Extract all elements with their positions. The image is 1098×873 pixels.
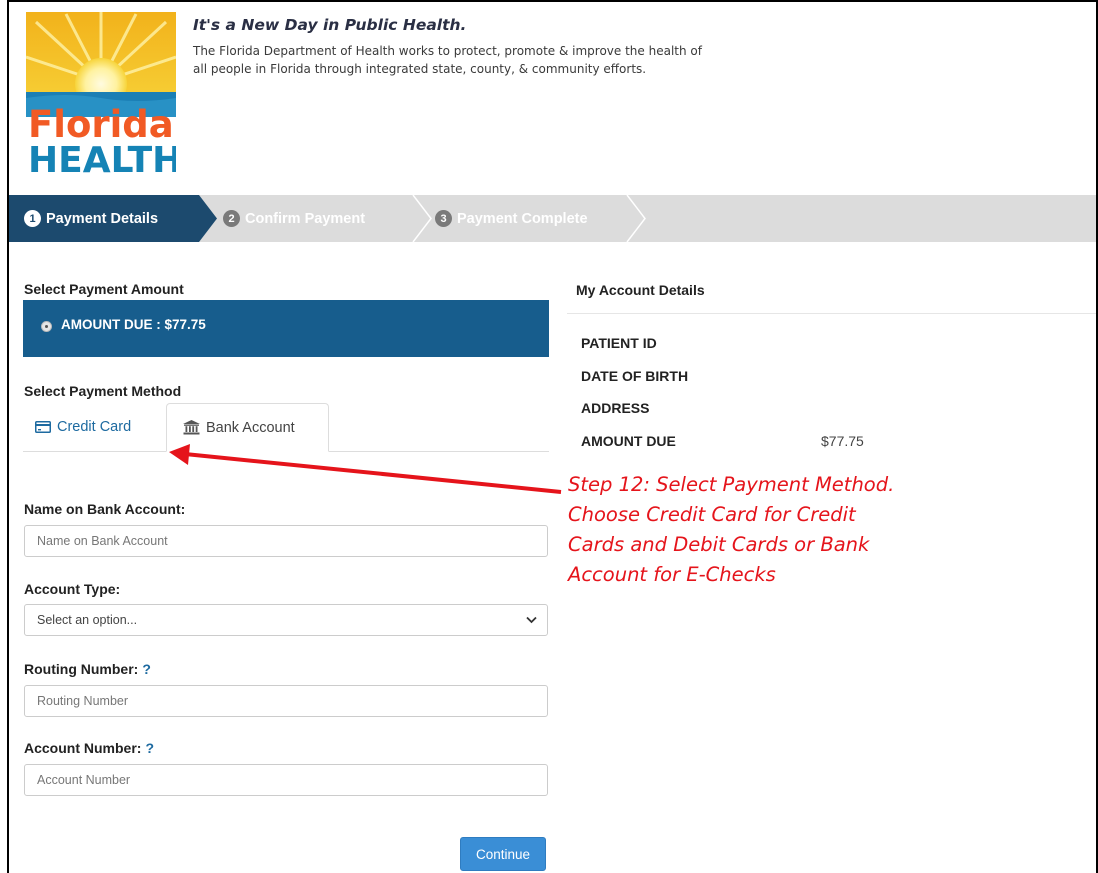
tab-label: Credit Card — [57, 419, 132, 435]
annotation-line: Step 12: Select Payment Method. — [568, 473, 895, 496]
step-12-annotation: Step 12: Select Payment Method. Choose C… — [568, 470, 988, 590]
account-type-label: Account Type: — [24, 581, 121, 597]
page-frame: Florida HEALTH It's a New Day in Public … — [7, 0, 1098, 873]
account-number-label-text: Account Number: — [24, 740, 142, 756]
tab-label: Bank Account — [206, 419, 295, 436]
tab-bank-account[interactable]: Bank Account — [166, 403, 329, 452]
step-label: Confirm Payment — [245, 210, 366, 227]
my-account-details-title: My Account Details — [576, 282, 705, 298]
name-on-bank-account-label: Name on Bank Account: — [24, 501, 186, 517]
tagline: It's a New Day in Public Health. — [193, 16, 467, 34]
date-of-birth-label: DATE OF BIRTH — [581, 368, 689, 384]
chevron-down-icon — [526, 616, 537, 624]
amount-due-value: $77.75 — [821, 433, 864, 449]
step-payment-details: 1 Payment Details — [24, 195, 158, 242]
account-type-select[interactable]: Select an option... — [24, 604, 548, 636]
annotation-line: Cards and Debit Cards or Bank — [568, 533, 870, 556]
account-help-link[interactable]: ? — [145, 740, 154, 756]
amount-due-radio[interactable] — [41, 321, 52, 332]
account-number-label: Account Number:? — [24, 740, 154, 756]
patient-id-label: PATIENT ID — [581, 335, 657, 351]
routing-number-label: Routing Number:? — [24, 661, 151, 677]
payment-method-tabs: Credit Card Bank Account — [23, 403, 549, 452]
amount-due-label: AMOUNT DUE — [581, 433, 676, 449]
amount-due-option[interactable]: AMOUNT DUE : $77.75 — [23, 300, 549, 357]
select-payment-method-title: Select Payment Method — [24, 383, 182, 399]
logo-text-health: HEALTH — [28, 140, 176, 174]
florida-health-logo: Florida HEALTH — [26, 12, 176, 174]
step-number: 1 — [24, 210, 41, 227]
mission-statement: The Florida Department of Health works t… — [193, 44, 702, 76]
account-number-input[interactable] — [24, 764, 548, 796]
step-label: Payment Details — [46, 210, 159, 227]
account-type-value: Select an option... — [37, 613, 138, 627]
routing-number-label-text: Routing Number: — [24, 661, 139, 677]
amount-due-label: AMOUNT DUE : $77.75 — [61, 317, 206, 332]
account-divider — [567, 313, 1096, 314]
step-payment-complete: 3 Payment Complete — [435, 195, 588, 242]
select-payment-amount-title: Select Payment Amount — [24, 281, 184, 297]
progress-steps: 1 Payment Details 2 Confirm Payment 3 Pa… — [9, 195, 1096, 242]
annotation-line: Account for E-Checks — [568, 563, 776, 586]
credit-card-icon — [35, 421, 51, 433]
routing-help-link[interactable]: ? — [142, 661, 151, 677]
continue-button[interactable]: Continue — [460, 837, 546, 871]
step-number: 3 — [435, 210, 452, 227]
tab-credit-card[interactable]: Credit Card — [35, 403, 131, 451]
step-confirm-payment: 2 Confirm Payment — [223, 195, 365, 242]
step-number: 2 — [223, 210, 240, 227]
address-label: ADDRESS — [581, 400, 650, 416]
routing-number-input[interactable] — [24, 685, 548, 717]
name-on-bank-account-input[interactable] — [24, 525, 548, 557]
annotation-line: Choose Credit Card for Credit — [568, 503, 856, 526]
bank-icon — [183, 420, 200, 435]
step-label: Payment Complete — [457, 210, 588, 227]
